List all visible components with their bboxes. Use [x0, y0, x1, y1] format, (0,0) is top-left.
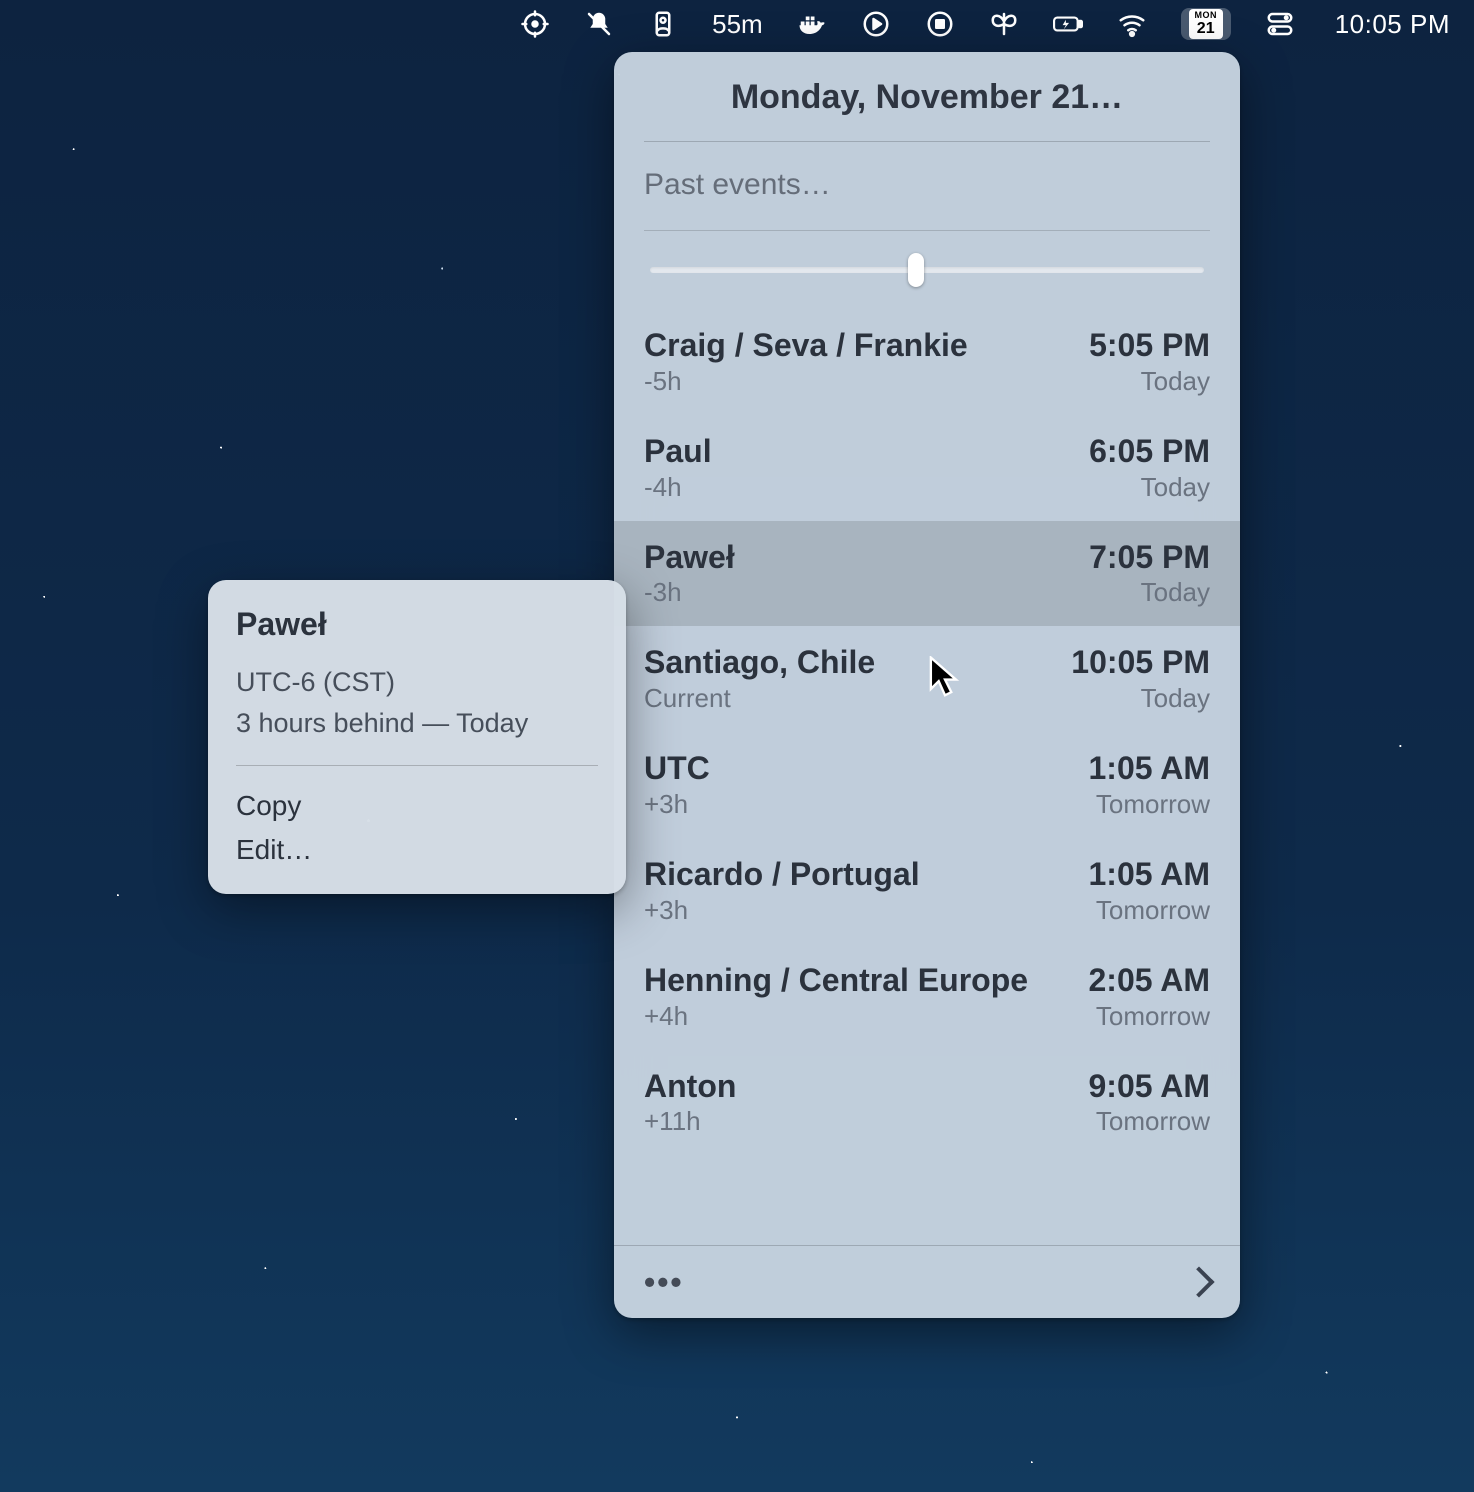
timezone-time: 9:05 AM	[1088, 1068, 1210, 1105]
timezone-name: Paweł	[644, 539, 735, 576]
timezone-offset: +4h	[644, 1001, 1028, 1032]
time-scrubber-track	[650, 267, 1204, 273]
timer-label[interactable]: 55m	[712, 8, 763, 40]
menu-clock[interactable]: 10:05 PM	[1335, 8, 1450, 40]
timezone-row[interactable]: Craig / Seva / Frankie-5h 5:05 PMToday	[614, 309, 1240, 415]
timezone-offset: +3h	[644, 789, 710, 820]
timezone-list: Craig / Seva / Frankie-5h5:05 PMTodayPau…	[614, 309, 1240, 1155]
timezone-offset: -5h	[644, 366, 968, 397]
timezone-time: 5:05 PM	[1089, 327, 1210, 364]
timezone-row[interactable]: Santiago, ChileCurrent 10:05 PMToday	[614, 626, 1240, 732]
id-card-icon[interactable]	[648, 8, 678, 40]
wifi-icon[interactable]	[1117, 8, 1147, 40]
battery-charging-icon[interactable]	[1053, 8, 1083, 40]
timezone-day: Today	[1089, 577, 1210, 608]
timezone-day: Today	[1089, 366, 1210, 397]
timezone-day: Today	[1089, 472, 1210, 503]
more-menu-button[interactable]: •••	[644, 1266, 684, 1298]
timezone-offset: Current	[644, 683, 875, 714]
timezone-time: 2:05 AM	[1088, 962, 1210, 999]
timezone-row[interactable]: Paweł-3h 7:05 PMToday	[614, 521, 1240, 627]
timezone-row[interactable]: Ricardo / Portugal+3h 1:05 AMTomorrow	[614, 838, 1240, 944]
calendar-day: 21	[1197, 21, 1215, 37]
timezone-row[interactable]: Paul-4h 6:05 PMToday	[614, 415, 1240, 521]
timezone-offset: +3h	[644, 895, 920, 926]
timezone-time: 1:05 AM	[1088, 750, 1210, 787]
timezone-name: UTC	[644, 750, 710, 787]
context-menu-item[interactable]: Edit…	[236, 828, 598, 872]
timezone-day: Today	[1071, 683, 1210, 714]
timezone-day: Tomorrow	[1088, 1001, 1210, 1032]
time-scrubber-thumb[interactable]	[908, 253, 924, 287]
timezone-row[interactable]: UTC+3h 1:05 AMTomorrow	[614, 732, 1240, 838]
context-relative-time: 3 hours behind — Today	[236, 708, 598, 739]
stop-circle-icon[interactable]	[925, 8, 955, 40]
timezone-day: Tomorrow	[1088, 789, 1210, 820]
panel-date-title[interactable]: Monday, November 21…	[614, 78, 1240, 117]
calendar-menubar-icon[interactable]: MON 21	[1181, 8, 1231, 40]
timezone-offset: -3h	[644, 577, 735, 608]
timezone-day: Tomorrow	[1088, 1106, 1210, 1137]
context-name: Paweł	[236, 606, 598, 643]
timezone-time: 10:05 PM	[1071, 644, 1210, 681]
past-events-button[interactable]: Past events…	[614, 142, 1240, 226]
timezone-name: Ricardo / Portugal	[644, 856, 920, 893]
control-center-icon[interactable]	[1265, 8, 1295, 40]
timezone-name: Henning / Central Europe	[644, 962, 1028, 999]
docker-icon[interactable]	[797, 8, 827, 40]
context-menu-item[interactable]: Copy	[236, 784, 598, 828]
timezone-row[interactable]: Anton+11h 9:05 AMTomorrow	[614, 1050, 1240, 1156]
butterfly-icon[interactable]	[989, 8, 1019, 40]
context-timezone: UTC-6 (CST)	[236, 667, 598, 698]
timezone-row[interactable]: Henning / Central Europe+4h 2:05 AMTomorr…	[614, 944, 1240, 1050]
timezone-offset: +11h	[644, 1106, 736, 1137]
notifications-muted-icon[interactable]	[584, 8, 614, 40]
panel-footer: •••	[614, 1245, 1240, 1318]
location-icon[interactable]	[520, 8, 550, 40]
timezone-name: Paul	[644, 433, 712, 470]
timezone-time: 7:05 PM	[1089, 539, 1210, 576]
timezone-time: 1:05 AM	[1088, 856, 1210, 893]
timezone-name: Santiago, Chile	[644, 644, 875, 681]
calendar-dow: MON	[1194, 11, 1217, 20]
menu-bar: 55m MON 21 10:05 PM	[0, 0, 1474, 48]
timezone-name: Anton	[644, 1068, 736, 1105]
context-menu: Paweł UTC-6 (CST) 3 hours behind — Today…	[208, 580, 626, 894]
play-circle-icon[interactable]	[861, 8, 891, 40]
timezones-panel: Monday, November 21… Past events… Craig …	[614, 52, 1240, 1318]
timezone-offset: -4h	[644, 472, 712, 503]
divider	[236, 765, 598, 766]
timezone-name: Craig / Seva / Frankie	[644, 327, 968, 364]
time-scrubber[interactable]	[614, 231, 1240, 309]
chevron-right-icon[interactable]	[1183, 1266, 1214, 1297]
timezone-time: 6:05 PM	[1089, 433, 1210, 470]
timezone-day: Tomorrow	[1088, 895, 1210, 926]
